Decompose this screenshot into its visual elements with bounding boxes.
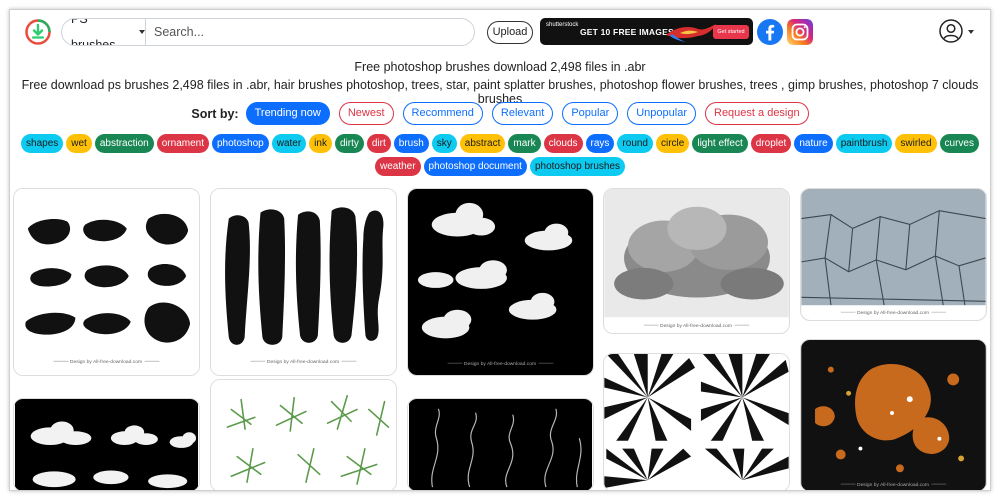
sort-trending-now-button[interactable]: Trending now xyxy=(245,102,330,125)
design-credit: Design by All-free-download.com xyxy=(464,361,536,367)
thumbnail-card[interactable]: Design by All-free-download.com xyxy=(800,188,987,321)
download-logo-icon[interactable] xyxy=(25,19,51,45)
tag-wet[interactable]: wet xyxy=(66,134,92,153)
tag-dirty[interactable]: dirty xyxy=(334,134,364,153)
user-avatar-icon[interactable] xyxy=(939,19,963,43)
vertical-brush-strokes-thumbnail: Design by All-free-download.com xyxy=(211,189,396,375)
thumbnail-card[interactable]: Design by All-free-download.com xyxy=(407,188,594,376)
thumbnail-card[interactable]: Design by All-free-download.com xyxy=(800,339,987,490)
design-credit: Design by All-free-download.com xyxy=(857,310,929,316)
thumbnail-card[interactable] xyxy=(13,398,200,490)
sunburst-rays-thumbnail xyxy=(604,354,789,490)
thumbnail-card[interactable] xyxy=(210,379,397,490)
tag-water[interactable]: water xyxy=(271,134,307,153)
tag-curves[interactable]: curves xyxy=(939,134,979,153)
white-clouds-on-black-thumbnail: Design by All-free-download.com xyxy=(408,189,593,375)
tag-weather[interactable]: weather xyxy=(374,157,421,176)
tag-shapes[interactable]: shapes xyxy=(21,134,64,153)
instagram-icon[interactable] xyxy=(787,19,813,45)
sort-bar: Sort by: Trending now Newest Recommend R… xyxy=(10,102,990,125)
tag-photoshop-document[interactable]: photoshop document xyxy=(423,157,527,176)
tag-nature[interactable]: nature xyxy=(794,134,833,153)
browser-frame: PS brushes Upload shutterstock GET 10 FR… xyxy=(9,9,991,491)
tag-ornament[interactable]: ornament xyxy=(156,134,209,153)
sort-unpopular-button[interactable]: Unpopular xyxy=(627,102,696,125)
tag-photoshop[interactable]: photoshop xyxy=(212,134,269,153)
tag-light-effect[interactable]: light effect xyxy=(692,134,748,153)
sort-recommend-button[interactable]: Recommend xyxy=(402,102,483,125)
tag-round[interactable]: round xyxy=(617,134,653,153)
tag-dirt[interactable]: dirt xyxy=(366,134,391,153)
search-input[interactable] xyxy=(146,19,474,45)
cracked-earth-thumbnail: Design by All-free-download.com xyxy=(801,189,986,320)
search-bar: PS brushes xyxy=(61,18,475,46)
user-menu-chevron-icon[interactable] xyxy=(968,30,974,34)
tag-droplet[interactable]: droplet xyxy=(750,134,792,153)
tag-paintbrush[interactable]: paintbrush xyxy=(835,134,893,153)
sort-relevant-button[interactable]: Relevant xyxy=(491,102,554,125)
orange-paint-splatter-thumbnail: Design by All-free-download.com xyxy=(801,340,986,490)
tag-clouds[interactable]: clouds xyxy=(543,134,583,153)
tag-rays[interactable]: rays xyxy=(585,134,615,153)
tag-brush[interactable]: brush xyxy=(393,134,429,153)
thumbnail-card[interactable]: Design by All-free-download.com xyxy=(603,188,790,334)
black-clouds-thumbnail xyxy=(14,399,199,490)
tag-abstraction[interactable]: abstraction xyxy=(94,134,154,153)
top-navigation-bar: PS brushes Upload shutterstock GET 10 FR… xyxy=(10,10,990,58)
tag-ink[interactable]: ink xyxy=(309,134,332,153)
design-credit: Design by All-free-download.com xyxy=(267,359,339,365)
tag-abstract[interactable]: abstract xyxy=(459,134,506,153)
search-category-dropdown[interactable]: PS brushes xyxy=(62,19,146,45)
design-credit: Design by All-free-download.com xyxy=(857,482,929,488)
tag-mark[interactable]: mark xyxy=(508,134,541,153)
design-credit: Design by All-free-download.com xyxy=(660,323,732,329)
thumbnail-card[interactable] xyxy=(407,398,594,490)
chevron-down-icon xyxy=(139,30,145,34)
smoke-swirls-thumbnail xyxy=(408,399,593,490)
green-grass-brushes-thumbnail xyxy=(211,380,396,490)
search-category-label: PS brushes xyxy=(71,18,116,46)
sort-newest-button[interactable]: Newest xyxy=(338,102,394,125)
tag-swirled[interactable]: swirled xyxy=(895,134,937,153)
sort-popular-button[interactable]: Popular xyxy=(562,102,619,125)
shutterstock-ad-banner[interactable]: shutterstock GET 10 FREE IMAGES Get star… xyxy=(540,18,753,45)
sort-label: Sort by: xyxy=(191,106,239,121)
tag-circle[interactable]: circle xyxy=(656,134,690,153)
request-design-button[interactable]: Request a design xyxy=(705,102,809,125)
thumbnail-card[interactable] xyxy=(603,353,790,490)
thumbnail-card[interactable]: Design by All-free-download.com xyxy=(210,188,397,376)
tag-cloud: shapes wet abstraction ornament photosho… xyxy=(20,134,980,176)
thumbnail-card[interactable]: Design by All-free-download.com xyxy=(13,188,200,376)
facebook-icon[interactable] xyxy=(757,19,783,45)
design-credit: Design by All-free-download.com xyxy=(70,359,142,365)
tag-sky[interactable]: sky xyxy=(431,134,457,153)
banner-brand: shutterstock xyxy=(546,22,579,28)
banner-cta-button[interactable]: Get started xyxy=(713,25,749,39)
brush-strokes-thumbnail: Design by All-free-download.com xyxy=(14,189,199,375)
grey-storm-clouds-thumbnail: Design by All-free-download.com xyxy=(604,189,789,333)
tag-photoshop-brushes[interactable]: photoshop brushes xyxy=(529,157,626,176)
page-title: Free photoshop brushes download 2,498 fi… xyxy=(354,60,646,74)
parrot-image-icon xyxy=(666,24,716,42)
upload-button[interactable]: Upload xyxy=(487,21,533,44)
